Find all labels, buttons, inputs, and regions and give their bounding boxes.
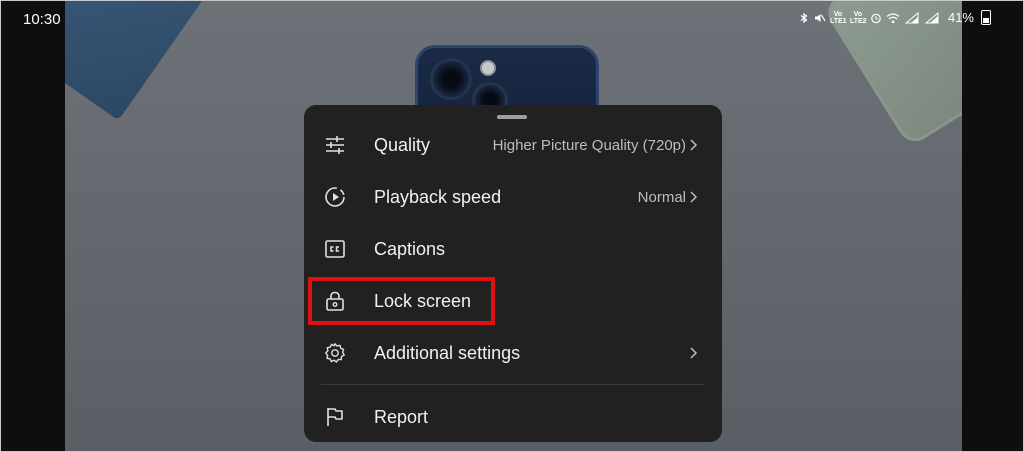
lock-icon [324,290,346,312]
menu-item-report[interactable]: Report [304,391,722,443]
menu-item-value: Normal [637,188,686,206]
playback-speed-icon [324,186,346,208]
chevron-right-icon [690,347,698,359]
camera-flash [480,60,496,76]
signal-sim2-icon [924,11,939,23]
signal-sim1-icon [904,11,919,23]
menu-item-captions[interactable]: Captions [304,223,722,275]
gear-icon [324,342,346,364]
chevron-right-icon [690,191,698,203]
sliders-icon [324,134,346,156]
cc-icon [324,238,346,260]
screenshot-frame: 10:30 Vo LTE1 Vo LTE2 41% Quality Higher… [0,0,1024,452]
wifi-icon [886,12,900,23]
menu-item-label: Lock screen [374,290,472,311]
bluetooth-icon [800,12,808,23]
menu-item-quality[interactable]: Quality Higher Picture Quality (720p) [304,119,722,171]
volte1-icon: Vo LTE1 [829,10,847,25]
chevron-right-icon [690,139,698,151]
volte2-icon: Vo LTE2 [849,10,867,25]
clock: 10:30 [23,11,61,28]
menu-item-playback-speed[interactable]: Playback speed Normal [304,171,722,223]
battery-percent: 41% [947,10,974,25]
menu-item-label: Captions [374,238,446,259]
alarm-icon [871,13,881,23]
flag-icon [324,406,346,428]
menu-item-additional-settings[interactable]: Additional settings [304,327,722,379]
menu-item-value: Higher Picture Quality (720p) [492,136,686,154]
settings-sheet: Quality Higher Picture Quality (720p) Pl… [304,105,722,442]
mute-icon [814,13,826,22]
status-icons: Vo LTE1 Vo LTE2 41% [798,10,991,25]
menu-item-label: Quality [374,134,431,155]
battery-icon [981,10,991,25]
status-bar: 10:30 Vo LTE1 Vo LTE2 41% [1,1,1023,37]
menu-divider [321,384,705,385]
menu-item-label: Additional settings [374,342,521,363]
menu-item-label: Playback speed [374,186,502,207]
camera-lens [430,58,472,100]
menu-item-label: Report [374,406,429,427]
menu-item-lock-screen[interactable]: Lock screen [304,275,722,327]
